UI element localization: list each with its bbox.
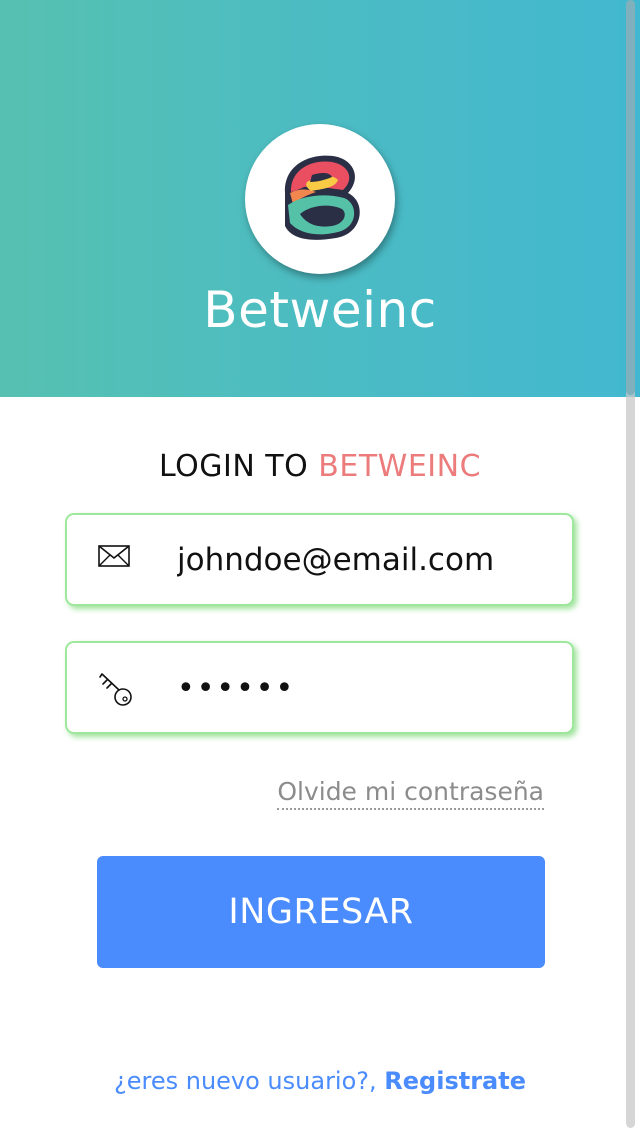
- scrollbar[interactable]: [626, 0, 635, 1128]
- brand-title: Betweinc: [203, 281, 437, 339]
- email-input[interactable]: [177, 535, 557, 585]
- email-field[interactable]: [65, 513, 574, 606]
- forgot-password-link[interactable]: Olvide mi contraseña: [277, 776, 544, 810]
- scrollbar-thumb[interactable]: [626, 0, 635, 395]
- password-input[interactable]: [177, 663, 557, 713]
- key-icon: [98, 672, 134, 712]
- envelope-icon: [98, 544, 130, 572]
- brand-b-logo-icon: [284, 155, 360, 240]
- logo-badge: [245, 124, 395, 274]
- register-link[interactable]: Registrate: [384, 1067, 526, 1095]
- password-field[interactable]: [65, 641, 574, 734]
- login-heading-brand: BETWEINC: [318, 449, 482, 484]
- register-prompt: ¿eres nuevo usuario?, Registrate: [0, 1064, 640, 1098]
- login-heading: LOGIN TO BETWEINC: [0, 447, 640, 487]
- header-banner: Betweinc: [0, 0, 640, 397]
- register-prompt-text: ¿eres nuevo usuario?,: [113, 1067, 377, 1095]
- login-heading-prefix: LOGIN TO: [158, 449, 309, 484]
- login-submit-button[interactable]: INGRESAR: [97, 856, 545, 968]
